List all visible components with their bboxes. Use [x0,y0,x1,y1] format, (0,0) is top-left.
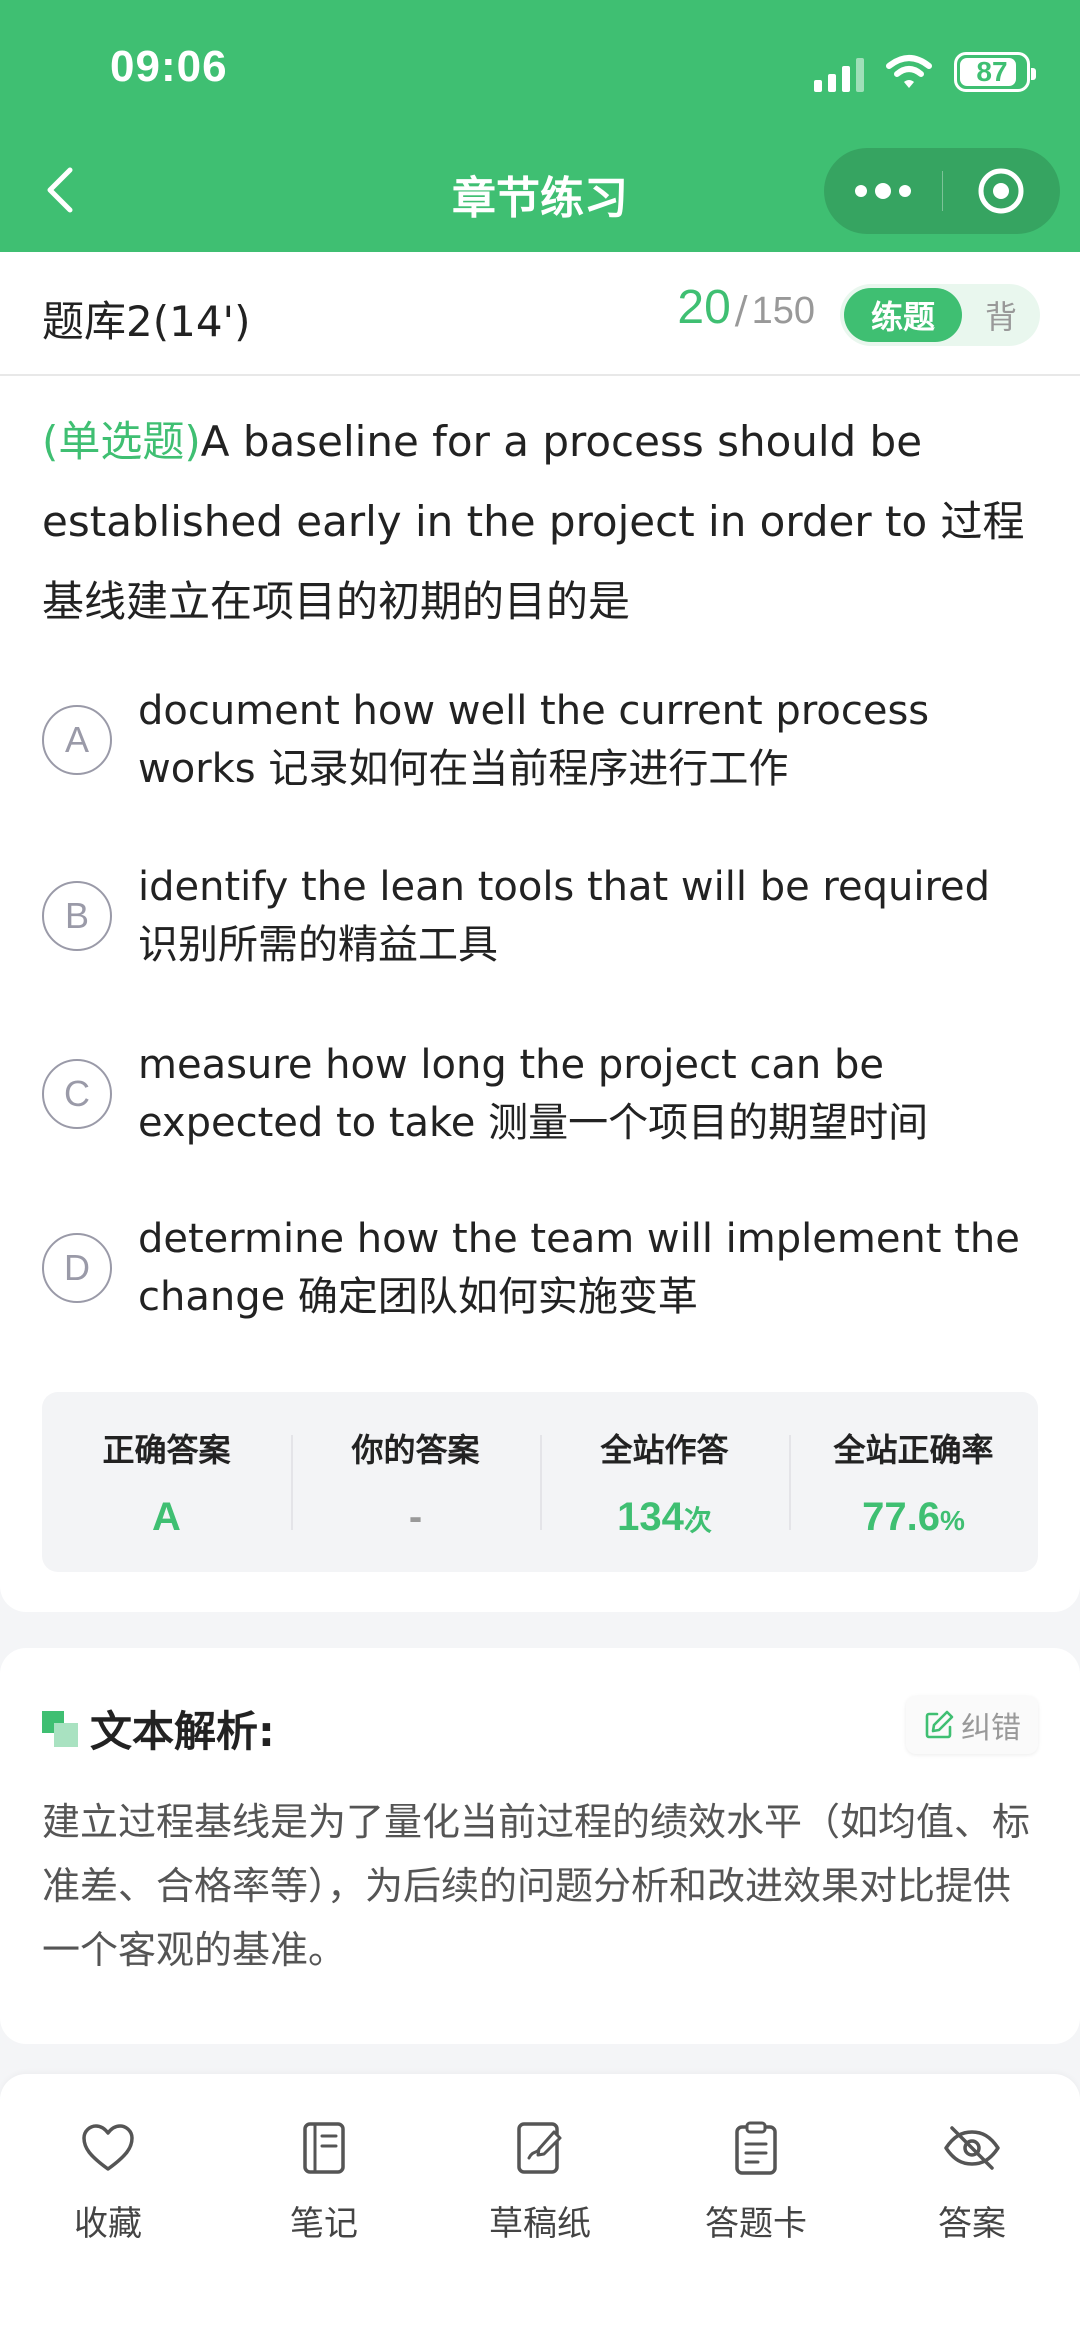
tab-label: 收藏 [74,2204,142,2244]
battery-level-text: 87 [976,56,1008,87]
stat-value: - [408,1494,423,1539]
option-c[interactable]: C measure how long the project can be ex… [42,1036,1042,1152]
progress-total: 150 [751,290,815,332]
stat-value: A [152,1494,181,1539]
question-progress: 20 / 150 [677,280,815,335]
option-b[interactable]: B identify the lean tools that will be r… [42,858,1042,974]
option-text: identify the lean tools that will be req… [138,864,991,968]
battery-icon: 87 [954,52,1036,92]
show-answer-button[interactable]: 答案 [882,2118,1062,2245]
stat-value: 134 [617,1494,684,1539]
mode-toggle[interactable]: 练题 背 [840,284,1040,346]
section-marker-icon [42,1710,78,1747]
favorite-button[interactable]: 收藏 [18,2118,198,2245]
draft-paper-button[interactable]: 草稿纸 [450,2118,630,2245]
option-letter: A [42,705,112,775]
notebook-icon [303,2122,345,2174]
progress-current: 20 [677,281,731,334]
stat-value-wrap: 134次 [540,1495,789,1540]
answer-sheet-button[interactable]: 答题卡 [666,2118,846,2245]
stat-value: 77.6 [862,1494,940,1539]
eye-off-icon [944,2126,1000,2170]
stat-label: 全站作答 [600,1430,729,1469]
option-letter: D [42,1233,112,1303]
tab-label: 答案 [938,2204,1006,2244]
bottom-toolbar: 收藏 笔记 草稿纸 答题卡 答案 [0,2074,1080,2337]
analysis-card: 文本解析: 纠错 建立过程基线是为了量化当前过程的绩效水平（如均值、标准差、合格… [0,1648,1080,2044]
option-letter: C [42,1059,112,1129]
mode-practice-button[interactable]: 练题 [844,288,962,342]
target-icon [978,168,1024,214]
option-d[interactable]: D determine how the team will implement … [42,1210,1042,1326]
more-dots-icon [854,183,911,199]
tab-label: 草稿纸 [489,2204,591,2244]
stat-correct-answer: 正确答案 A [42,1425,291,1540]
wifi-icon [886,54,932,90]
clipboard-icon [735,2121,777,2175]
analysis-title: 文本解析: [90,1707,275,1756]
draft-icon [517,2122,562,2174]
question-type-label: (单选题) [42,417,201,466]
notes-button[interactable]: 笔记 [234,2118,414,2245]
analysis-header: 文本解析: [42,1698,275,1759]
stat-value-wrap: 77.6% [789,1495,1038,1540]
status-time: 09:06 [110,42,228,91]
close-miniapp-button[interactable] [943,148,1061,234]
tab-label: 笔记 [290,2204,358,2244]
stat-unit: % [939,1504,965,1536]
mode-recite-button[interactable]: 背 [962,292,1040,338]
stat-label: 正确答案 [102,1430,231,1469]
question-bank-name: 题库2(14') [42,297,251,346]
option-a[interactable]: A document how well the current process … [42,682,1042,798]
edit-icon [925,1710,954,1739]
answer-stats: 正确答案 A 你的答案 - 全站作答 134次 全站正确率 77.6% [42,1392,1038,1572]
option-text: document how well the current process wo… [138,688,930,792]
status-icons: 87 [814,50,1036,94]
analysis-text: 建立过程基线是为了量化当前过程的绩效水平（如均值、标准差、合格率等），为后续的问… [42,1800,1031,1972]
question-card: 题库2(14') 20 / 150 练题 背 (单选题)A baseline f… [0,252,1080,1612]
report-error-button[interactable]: 纠错 [906,1696,1038,1754]
question-stem: (单选题)A baseline for a process should be … [42,402,1042,642]
progress-separator: / [734,288,748,332]
report-error-label: 纠错 [961,1711,1021,1746]
more-button[interactable] [824,148,942,234]
stat-unit: 次 [683,1504,712,1536]
header: 09:06 87 章节练习 [0,0,1080,252]
heart-icon [82,2124,134,2171]
question-toolbar: 题库2(14') 20 / 150 练题 背 [0,252,1080,376]
stat-total-attempts: 全站作答 134次 [540,1425,789,1540]
option-text: determine how the team will implement th… [138,1216,1020,1320]
tab-label: 答题卡 [705,2204,807,2244]
signal-icon [814,52,864,92]
stat-label: 你的答案 [351,1430,480,1469]
stat-your-answer: 你的答案 - [291,1425,540,1540]
option-text: measure how long the project can be expe… [138,1042,929,1146]
option-letter: B [42,881,112,951]
stat-label: 全站正确率 [833,1430,994,1469]
miniapp-capsule [824,148,1060,234]
stat-correct-rate: 全站正确率 77.6% [789,1425,1038,1540]
